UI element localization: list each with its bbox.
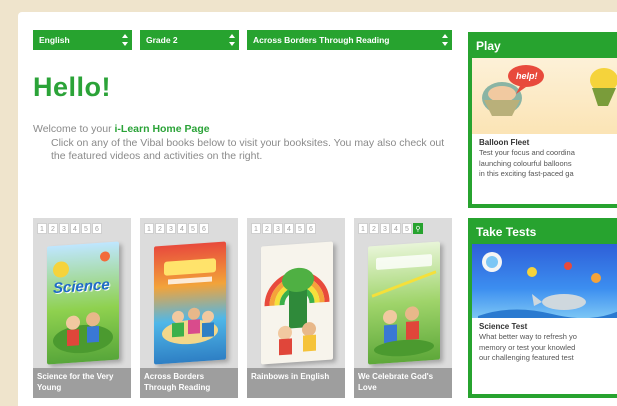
test-item-name[interactable]: Science Test xyxy=(472,318,617,332)
intro-prefix: Welcome to your xyxy=(33,123,115,135)
intro-instructions: Click on any of the Vibal books below to… xyxy=(51,136,445,163)
test-item-desc: What better way to refresh yo xyxy=(479,332,577,341)
take-tests-panel-title: Take Tests xyxy=(472,222,617,244)
grade-select-value: Grade 2 xyxy=(146,35,178,45)
page-number[interactable]: 6 xyxy=(92,223,102,234)
science-cover-art xyxy=(53,251,113,354)
page-number[interactable]: 4 xyxy=(284,223,294,234)
language-select-value: English xyxy=(39,35,70,45)
page-number[interactable]: 5 xyxy=(81,223,91,234)
book-select[interactable]: Across Borders Through Reading xyxy=(247,30,452,50)
page-number[interactable]: 6 xyxy=(199,223,209,234)
play-item-name[interactable]: Balloon Fleet xyxy=(472,134,617,148)
page-number[interactable]: 5 xyxy=(295,223,305,234)
rainbows-cover-art xyxy=(264,267,330,356)
balloon-fleet-art xyxy=(482,65,617,116)
book-label[interactable]: Across Borders Through Reading xyxy=(140,368,238,398)
play-item-desc: Test your focus and coordina xyxy=(479,148,575,157)
page-number[interactable]: 3 xyxy=(380,223,390,234)
play-item-desc: launching colourful balloons xyxy=(479,158,572,168)
intro-text: Welcome to your i-Learn Home Page Click … xyxy=(33,123,453,164)
book-select-value: Across Borders Through Reading xyxy=(253,35,390,45)
page-number[interactable]: 4 xyxy=(391,223,401,234)
language-select[interactable]: English xyxy=(33,30,132,50)
play-panel[interactable]: Play help! Balloon Fleet Test your focus… xyxy=(468,32,617,208)
take-tests-panel[interactable]: Take Tests Science Test What better way … xyxy=(468,218,617,398)
page-number-list: 1 2 3 4 5 ⚲ xyxy=(358,223,423,234)
science-test-thumbnail[interactable] xyxy=(472,244,617,318)
page-number[interactable]: 5 xyxy=(402,223,412,234)
book-cover-science[interactable]: Science xyxy=(47,241,119,365)
page-number[interactable]: 3 xyxy=(59,223,69,234)
page-title: Hello! xyxy=(33,72,112,102)
page-number[interactable]: 4 xyxy=(70,223,80,234)
page-number[interactable]: 3 xyxy=(166,223,176,234)
god-love-cover-art xyxy=(371,254,437,357)
book-label[interactable]: We Celebrate God's Love xyxy=(354,368,452,398)
select-arrows-icon xyxy=(442,34,448,46)
help-bubble-text: help! xyxy=(516,71,538,81)
grade-select[interactable]: Grade 2 xyxy=(140,30,239,50)
page-number[interactable]: 1 xyxy=(144,223,154,234)
page-number[interactable]: 5 xyxy=(188,223,198,234)
select-arrows-icon xyxy=(229,34,235,46)
search-icon[interactable]: ⚲ xyxy=(413,223,423,234)
page-number[interactable]: 6 xyxy=(306,223,316,234)
science-test-art xyxy=(478,252,617,318)
page-number-list: 1 2 3 4 5 6 xyxy=(37,223,102,234)
page-number[interactable]: 2 xyxy=(48,223,58,234)
page-number[interactable]: 3 xyxy=(273,223,283,234)
book-label[interactable]: Rainbows in English xyxy=(247,368,345,398)
test-item-desc: our challenging featured test xyxy=(479,353,574,362)
page-number[interactable]: 4 xyxy=(177,223,187,234)
page-number[interactable]: 2 xyxy=(369,223,379,234)
page-number[interactable]: 1 xyxy=(358,223,368,234)
book-cover-rainbows[interactable] xyxy=(261,241,333,365)
book-cover-god-love[interactable] xyxy=(368,241,440,365)
page-number[interactable]: 1 xyxy=(251,223,261,234)
select-arrows-icon xyxy=(122,34,128,46)
book-cover-across-borders[interactable] xyxy=(154,241,226,365)
across-borders-cover-art xyxy=(162,258,218,345)
page-number-list: 1 2 3 4 5 6 xyxy=(144,223,209,234)
play-item-desc: in this exciting fast-paced ga xyxy=(479,169,574,178)
book-god-love[interactable]: 1 2 3 4 5 ⚲ We Celebrate God's Love xyxy=(354,218,452,398)
page-number[interactable]: 2 xyxy=(155,223,165,234)
book-science[interactable]: 1 2 3 4 5 6 Science Science for the Very… xyxy=(33,218,131,398)
page-number-list: 1 2 3 4 5 6 xyxy=(251,223,316,234)
book-across-borders[interactable]: 1 2 3 4 5 6 Across Borders Through Readi… xyxy=(140,218,238,398)
balloon-fleet-thumbnail[interactable]: help! xyxy=(472,58,617,134)
intro-brand: i-Learn Home Page xyxy=(114,123,210,135)
play-panel-title: Play xyxy=(472,36,617,58)
page-number[interactable]: 1 xyxy=(37,223,47,234)
book-label[interactable]: Science for the Very Young xyxy=(33,368,131,398)
page-number[interactable]: 2 xyxy=(262,223,272,234)
book-rainbows[interactable]: 1 2 3 4 5 6 Rainbows in English xyxy=(247,218,345,398)
test-item-desc: memory or test your knowled xyxy=(479,342,576,352)
